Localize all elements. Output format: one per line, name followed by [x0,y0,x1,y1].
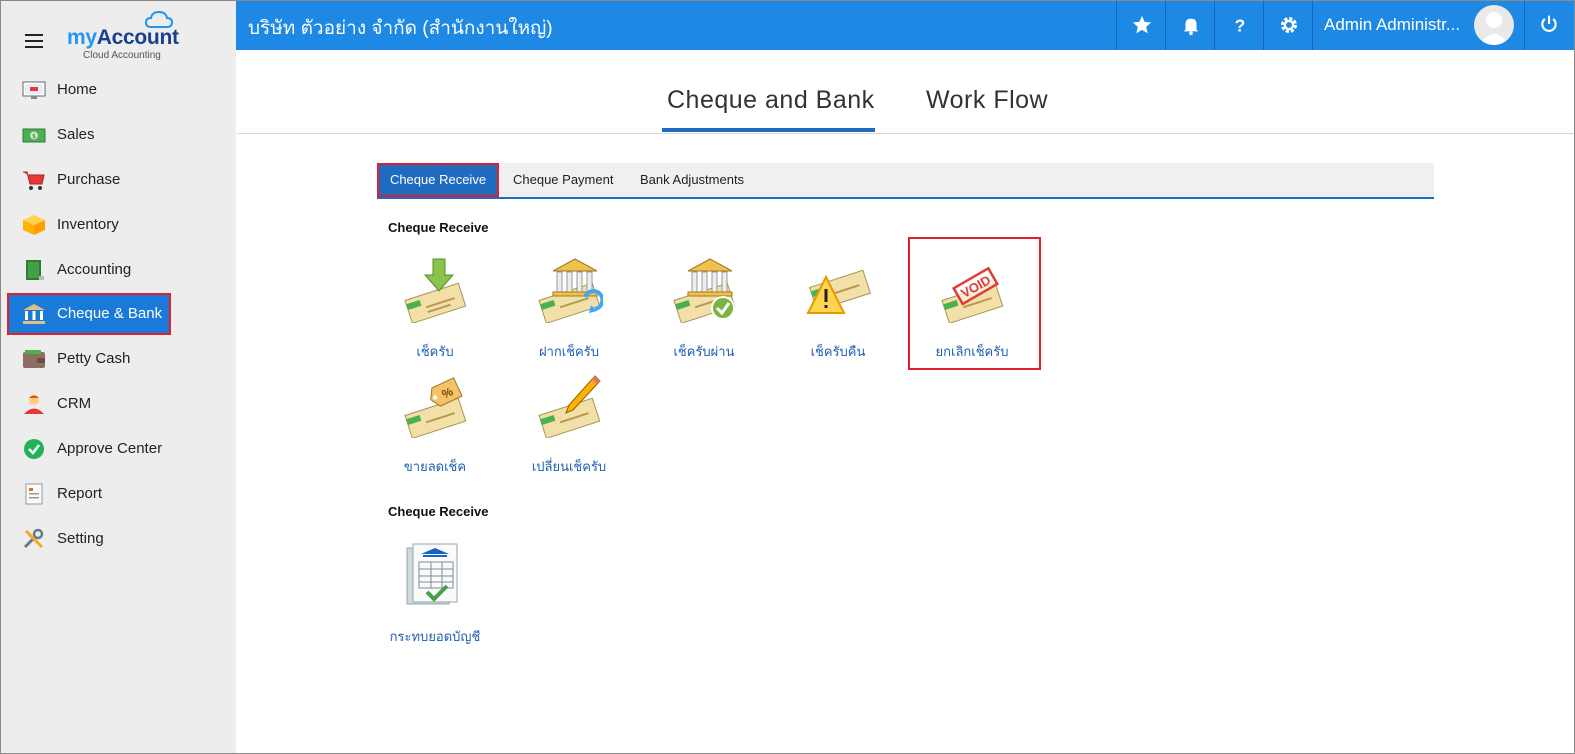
main-content: Cheque and Bank Work Flow Cheque Receive… [237,50,1574,753]
sidebar-item-home[interactable]: Home [1,68,236,113]
gear-icon [1280,16,1298,34]
bell-icon [1183,18,1199,36]
sub-tabs: Cheque Receive Cheque Payment Bank Adjus… [377,163,1434,199]
app-logo[interactable]: myAccount Cloud Accounting [67,9,187,65]
sidebar-item-label: Setting [57,529,104,547]
menu-icon[interactable] [25,34,43,48]
tab-cheque-receive[interactable]: Cheque Receive [377,163,499,197]
tile-label: เช็ครับผ่าน [673,344,735,359]
company-name[interactable]: บริษัท ตัวอย่าง จำกัด (สำนักงานใหญ่) [248,13,553,43]
tile-receive-cheque[interactable]: เช็ครับ [380,257,490,377]
sidebar-item-report[interactable]: Report [1,472,236,517]
divider [1312,1,1313,50]
sidebar-item-petty-cash[interactable]: Petty Cash [1,337,236,382]
sidebar-item-label: Sales [57,125,95,143]
sidebar-item-label: Cheque & Bank [57,305,163,323]
tab-work-flow[interactable]: Work Flow [926,86,1048,115]
sidebar-item-label: Report [57,485,103,503]
tab-cheque-payment[interactable]: Cheque Payment [513,163,613,197]
tile-label: กระทบยอดบัญชี [389,629,481,644]
avatar[interactable] [1474,5,1514,45]
sidebar-item-cheque-bank[interactable]: Cheque & Bank [1,292,236,337]
sidebar-item-label: Inventory [57,215,119,233]
sidebar-item-label: Purchase [57,170,121,188]
void-stamp-icon: VOID [941,266,1004,323]
tile-label: เช็ครับคืน [810,344,866,359]
logo-row: myAccount Cloud Accounting [1,1,236,67]
tile-label: ยกเลิกเช็ครับ [935,344,1009,359]
tools-icon [23,528,44,548]
tile-bank-reconciliation[interactable]: กระทบยอดบัญชี [380,542,490,662]
sidebar-item-label: Approve Center [57,440,163,458]
sidebar-nav: Home $ Sales Purchase Inventory Accounti… [1,68,236,562]
power-icon [1541,15,1557,32]
main-tabs: Cheque and Bank Work Flow [237,50,1574,134]
tile-label: ขายลดเช็ค [403,459,467,474]
sidebar-item-label: Accounting [57,260,132,278]
bank-deposit-icon [538,258,603,323]
report-icon [25,483,43,505]
tab-cheque-and-bank[interactable]: Cheque and Bank [667,86,875,115]
box-icon [23,214,45,235]
brand-my: my [67,26,97,49]
book-icon [26,259,44,280]
star-icon [1132,15,1152,34]
sidebar-item-sales[interactable]: $ Sales [1,113,236,158]
sidebar-item-purchase[interactable]: Purchase [1,158,236,203]
section-title: Cheque Receive [388,504,489,519]
sidebar-item-inventory[interactable]: Inventory [1,203,236,248]
tile-deposit-cheque[interactable]: ฝากเช็ครับ [514,257,624,377]
tile-change-cheque[interactable]: เปลี่ยนเช็ครับ [514,372,624,492]
brand-name: myAccount [67,26,179,50]
active-tab-indicator [662,128,875,132]
section-title: Cheque Receive [388,220,489,235]
user-name[interactable]: Admin Administr... [1324,15,1460,35]
cheque-discount-icon: % [404,377,467,438]
sidebar-item-label: CRM [57,395,92,413]
sidebar-item-crm[interactable]: CRM [1,382,236,427]
cheque-edit-icon [538,375,601,438]
person-icon [24,395,44,415]
sidebar-item-label: Petty Cash [57,350,131,368]
tile-void-cheque[interactable]: VOID ยกเลิกเช็ครับ [917,257,1027,377]
sidebar: myAccount Cloud Accounting Home $ Sales … [1,1,236,753]
settings-button[interactable] [1264,1,1312,50]
favorites-button[interactable] [1117,1,1165,50]
logout-button[interactable] [1525,1,1573,50]
user-silhouette-icon [1479,12,1509,45]
svg-text:$: $ [32,133,36,140]
top-bar: บริษัท ตัวอย่าง จำกัด (สำนักงานใหญ่) ? A… [236,1,1574,50]
notifications-button[interactable] [1166,1,1214,50]
monitor-icon [22,81,46,99]
tile-cheque-cleared[interactable]: เช็ครับผ่าน [649,257,759,377]
app-window: myAccount Cloud Accounting Home $ Sales … [0,0,1575,754]
bank-icon [23,304,45,325]
sidebar-item-accounting[interactable]: Accounting [1,248,236,293]
brand-account: Account [96,26,179,49]
wallet-icon [23,350,45,369]
sidebar-item-label: Home [57,81,98,98]
brand-tagline: Cloud Accounting [83,50,161,61]
svg-text:?: ? [1235,15,1246,35]
tile-label: เช็ครับ [416,344,454,359]
reconciliation-icon [406,543,458,605]
cart-icon [23,171,45,190]
tile-label: ฝากเช็ครับ [539,344,599,359]
tile-discount-cheque[interactable]: % ขายลดเช็ค [380,372,490,492]
tab-bank-adjustments[interactable]: Bank Adjustments [640,163,744,197]
sidebar-item-setting[interactable]: Setting [1,517,236,562]
cheque-warning-icon [806,269,871,314]
question-icon: ? [1235,15,1246,35]
sidebar-item-approve-center[interactable]: Approve Center [1,427,236,472]
banknote-icon: $ [22,128,46,143]
tile-cheque-returned[interactable]: เช็ครับคืน [783,257,893,377]
help-button[interactable]: ? [1215,1,1263,50]
tile-label: เปลี่ยนเช็ครับ [531,459,607,474]
check-circle-icon [24,439,44,460]
bank-check-icon [673,258,736,323]
cheque-receive-icon [404,258,467,323]
